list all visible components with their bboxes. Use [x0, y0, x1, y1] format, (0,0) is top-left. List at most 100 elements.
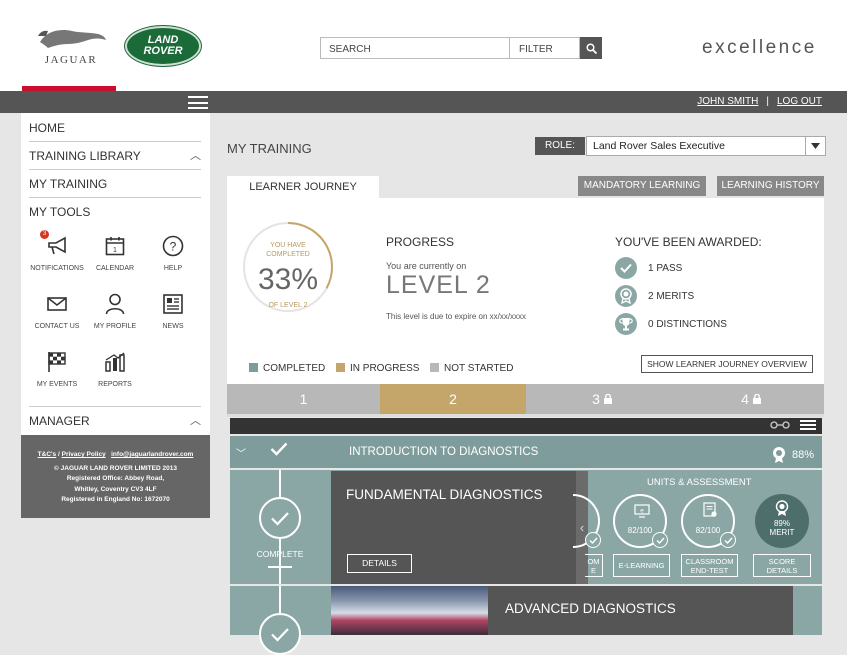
awards-heading: YOU'VE BEEN AWARDED:: [615, 235, 762, 249]
progress-current-text: You are currently on: [386, 261, 467, 271]
tool-label: HELP: [163, 265, 183, 272]
score-details-label-1: SCORE: [768, 556, 796, 566]
module-details-button[interactable]: DETAILS: [347, 554, 412, 573]
sidebar-item-my-training[interactable]: MY TRAINING: [29, 170, 201, 198]
email-link[interactable]: info@jaguarlandrover.com: [111, 451, 193, 458]
unit-check-badge: [652, 532, 668, 548]
checkmark-icon: [271, 627, 289, 642]
module-complete-marker: [259, 613, 301, 655]
sidebar-item-label: MY TOOLS: [29, 205, 91, 219]
tool-help[interactable]: ? HELP: [145, 233, 201, 272]
monitor-icon: e: [634, 504, 650, 518]
caret-down-icon: [811, 143, 820, 149]
chevron-down-icon[interactable]: ﹀: [236, 445, 246, 460]
chevron-up-icon[interactable]: ︿: [190, 407, 201, 435]
tool-label: NOTIFICATIONS: [30, 265, 84, 272]
score-details-button[interactable]: SCORE DETAILS: [753, 554, 811, 577]
learner-journey-overview-button[interactable]: SHOW LEARNER JOURNEY OVERVIEW: [641, 355, 813, 373]
sidebar-item-home[interactable]: HOME: [29, 114, 201, 142]
bar-chart-icon: [105, 352, 125, 372]
tool-calendar[interactable]: 1 CALENDAR: [87, 233, 143, 272]
ring-caption-1: YOU HAVE: [270, 242, 306, 249]
module-title: FUNDAMENTAL DIAGNOSTICS: [346, 487, 543, 502]
current-level: LEVEL 2: [386, 271, 491, 299]
megaphone-icon: [48, 236, 66, 255]
role-dropdown-button[interactable]: [805, 137, 825, 155]
ring-caption-2: COMPLETED: [266, 251, 310, 258]
lock-icon: [752, 393, 761, 404]
role-select[interactable]: Land Rover Sales Executive: [586, 136, 826, 156]
award-pass-label: 1 PASS: [648, 263, 683, 274]
tool-news[interactable]: NEWS: [145, 291, 201, 330]
progress-percent: 33%: [257, 263, 319, 296]
unit-classroom-score: 82/100: [681, 494, 736, 548]
site-brand: excellence: [702, 37, 817, 58]
level-step-label: 3: [592, 391, 600, 407]
privacy-link[interactable]: Privacy Policy: [62, 451, 106, 458]
unit-check-badge: [585, 532, 601, 548]
level-step-1[interactable]: 1: [227, 384, 380, 414]
mandatory-learning-button[interactable]: MANDATORY LEARNING: [578, 176, 706, 196]
newspaper-icon: [163, 294, 183, 314]
sidebar-item-manager[interactable]: MANAGER ︿: [29, 406, 201, 434]
tool-notifications[interactable]: 3 NOTIFICATIONS: [29, 230, 85, 272]
tab-learner-journey[interactable]: LEARNER JOURNEY: [227, 176, 379, 198]
search-icon: [585, 42, 597, 54]
level-stepper: 1 2 3 4: [227, 384, 824, 417]
classroom-label-2: END-TEST: [690, 565, 729, 575]
link-icon[interactable]: [770, 421, 790, 429]
learner-journey-panel: YOU HAVE COMPLETED 33% OF LEVEL 2 PROGRES…: [227, 198, 824, 384]
chevron-up-icon[interactable]: ︿: [190, 142, 201, 170]
land-rover-line2: ROVER: [143, 45, 183, 57]
tool-my-events[interactable]: MY EVENTS: [29, 349, 85, 388]
course-percent: 88%: [791, 449, 814, 461]
site-header: JAGUAR LAND ROVER SEARCH FILTER excellen…: [0, 0, 847, 91]
search-button[interactable]: [580, 37, 602, 59]
module-row-advanced: ADVANCED DIAGNOSTICS: [230, 586, 822, 655]
sidebar-footer: T&C's / Privacy Policy info@jaguarlandro…: [21, 435, 210, 518]
user-menu: JOHN SMITH | LOG OUT: [697, 96, 822, 107]
unit-partial-label-1: OM: [587, 556, 600, 566]
land-rover-logo[interactable]: LAND ROVER: [125, 26, 201, 66]
tool-contact-us[interactable]: CONTACT US: [29, 291, 85, 330]
user-name-link[interactable]: JOHN SMITH: [697, 96, 758, 107]
tool-my-profile[interactable]: MY PROFILE: [87, 291, 143, 330]
score-details-label-2: DETAILS: [766, 565, 798, 575]
sidebar-item-my-tools[interactable]: MY TOOLS: [29, 198, 201, 226]
tool-label: CALENDAR: [95, 265, 135, 272]
learning-history-button[interactable]: LEARNING HISTORY: [717, 176, 824, 196]
checkmark-icon: [589, 537, 598, 544]
unit-partial-button[interactable]: OM E: [585, 554, 603, 577]
level-step-label: 2: [449, 391, 457, 407]
notification-count-badge: 3: [40, 230, 49, 239]
tool-reports[interactable]: REPORTS: [87, 349, 143, 388]
tool-label: NEWS: [162, 323, 184, 330]
unit-check-badge: [720, 532, 736, 548]
course-title: INTRODUCTION TO DIAGNOSTICS: [349, 446, 539, 458]
help-icon: ?: [162, 235, 184, 257]
logout-link[interactable]: LOG OUT: [777, 96, 822, 107]
elearning-button[interactable]: E-LEARNING: [613, 554, 670, 577]
course-header-row[interactable]: ﹀ INTRODUCTION TO DIAGNOSTICS 88%: [230, 436, 822, 468]
hamburger-menu-icon[interactable]: [188, 96, 208, 109]
merit-award: 89% MERIT: [755, 494, 809, 548]
calendar-icon: 1: [105, 237, 125, 256]
medal-icon: [775, 500, 789, 516]
sidebar-item-training-library[interactable]: TRAINING LIBRARY ︿: [29, 142, 201, 170]
level-step-3[interactable]: 3: [526, 384, 678, 414]
legend-in-progress: IN PROGRESS: [336, 363, 419, 374]
terms-link[interactable]: T&C's: [38, 451, 57, 458]
filter-dropdown[interactable]: FILTER: [509, 37, 580, 59]
svg-text:1: 1: [113, 247, 117, 254]
search-input[interactable]: SEARCH: [320, 37, 510, 59]
legend-label: IN PROGRESS: [350, 363, 420, 374]
level-step-4[interactable]: 4: [678, 384, 824, 414]
jaguar-logo[interactable]: JAGUAR: [28, 22, 114, 68]
lock-icon: [603, 393, 612, 404]
unit-elearning-score: e 82/100: [613, 494, 668, 548]
legend-completed: COMPLETED: [249, 363, 325, 374]
list-view-icon[interactable]: [800, 420, 816, 430]
footer-copyright: © JAGUAR LAND ROVER LIMITED 2013: [54, 464, 177, 472]
level-step-2[interactable]: 2: [380, 384, 526, 417]
classroom-end-test-button[interactable]: CLASSROOM END-TEST: [681, 554, 738, 577]
